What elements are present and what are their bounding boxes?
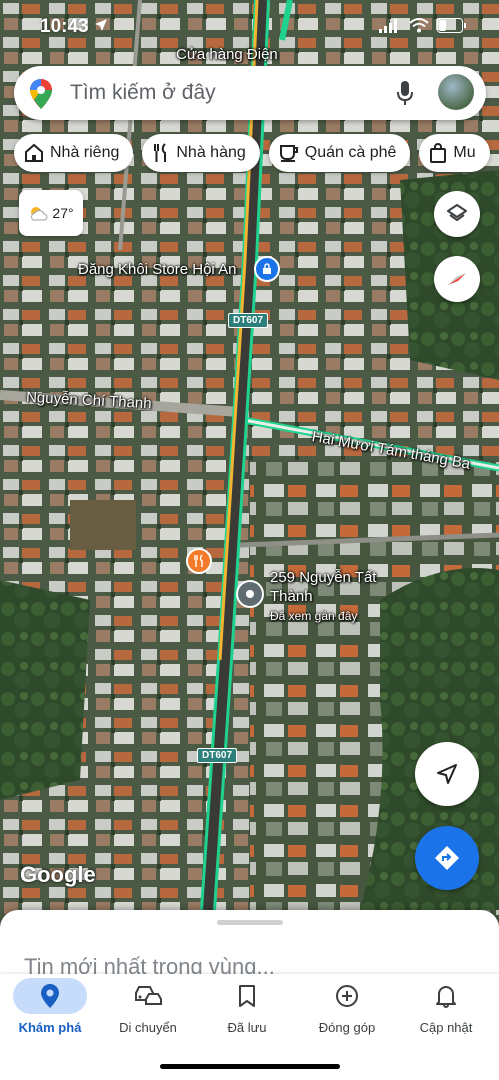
map-label-pin-sub: Đã xem gần đây (270, 609, 358, 623)
location-arrow-icon (95, 19, 107, 31)
directions-button[interactable] (415, 826, 479, 890)
commute-icon (135, 986, 162, 1005)
home-indicator[interactable] (160, 1064, 340, 1069)
location-pin-icon[interactable] (236, 580, 264, 608)
nav-label: Di chuyển (119, 1020, 177, 1035)
nav-label: Đóng góp (318, 1020, 376, 1035)
bell-icon (436, 986, 456, 1008)
bookmark-icon (239, 985, 255, 1007)
map-label-pin-address[interactable]: 259 Nguyễn Tất Thành (270, 568, 376, 606)
nav-contribute[interactable]: Đóng góp (297, 978, 397, 1035)
avatar[interactable] (438, 74, 474, 110)
nav-saved[interactable]: Đã lưu (197, 978, 297, 1035)
nav-updates[interactable]: Cập nhật (396, 978, 496, 1035)
coffee-icon (279, 145, 298, 162)
nav-label: Khám phá (18, 1020, 82, 1035)
my-location-button[interactable] (415, 742, 479, 806)
google-maps-logo-icon (30, 79, 52, 109)
nav-label: Đã lưu (227, 1020, 267, 1035)
compass-button[interactable] (434, 256, 480, 302)
weather-badge[interactable]: 27° (19, 190, 83, 236)
partly-cloudy-icon (31, 207, 48, 221)
home-icon (25, 143, 43, 162)
restaurant-pin-icon[interactable] (186, 548, 212, 574)
road-badge-dt607-south: DT607 (197, 748, 238, 763)
chip-label: Nhà hàng (176, 144, 246, 161)
restaurant-icon (154, 143, 167, 162)
google-logo: Google (20, 862, 96, 887)
search-bar[interactable]: Tìm kiếm ở đây (14, 66, 486, 120)
road-badge-dt607: DT607 (228, 313, 269, 328)
status-bar: 10:43 (0, 0, 499, 56)
search-input[interactable]: Tìm kiếm ở đây (70, 81, 216, 105)
explore-pin-icon (41, 984, 59, 1008)
navigation-arrow-icon (437, 764, 457, 784)
category-chips: Nhà riêng Nhà hàng Quán cà phê Mu (14, 134, 490, 172)
chip-restaurants[interactable]: Nhà hàng (142, 134, 260, 172)
temperature: 27° (52, 205, 74, 221)
chip-coffee[interactable]: Quán cà phê (268, 134, 411, 172)
add-circle-icon (336, 985, 358, 1007)
status-time: 10:43 (40, 16, 89, 37)
compass-icon (448, 273, 466, 285)
battery-icon (437, 18, 466, 33)
sheet-drag-handle[interactable] (217, 920, 283, 925)
chip-label: Quán cà phê (304, 144, 397, 161)
chip-shopping[interactable]: Mu (419, 134, 490, 172)
signal-icon (379, 18, 397, 33)
nav-commute[interactable]: Di chuyển (98, 978, 198, 1035)
nav-label: Cập nhật (419, 1020, 473, 1035)
shopping-bag-icon (430, 143, 447, 163)
chip-label: Mu (453, 144, 476, 161)
store-pin-icon[interactable] (254, 256, 280, 282)
layers-icon (447, 204, 467, 221)
chip-home[interactable]: Nhà riêng (14, 134, 134, 172)
mic-icon[interactable] (396, 80, 414, 106)
wifi-icon (409, 18, 429, 33)
nav-explore[interactable]: Khám phá (0, 978, 100, 1035)
map-label-store[interactable]: Đăng Khôi Store Hội An (78, 261, 236, 278)
chip-label: Nhà riêng (50, 144, 120, 161)
directions-icon (435, 846, 459, 870)
layers-button[interactable] (434, 191, 480, 237)
